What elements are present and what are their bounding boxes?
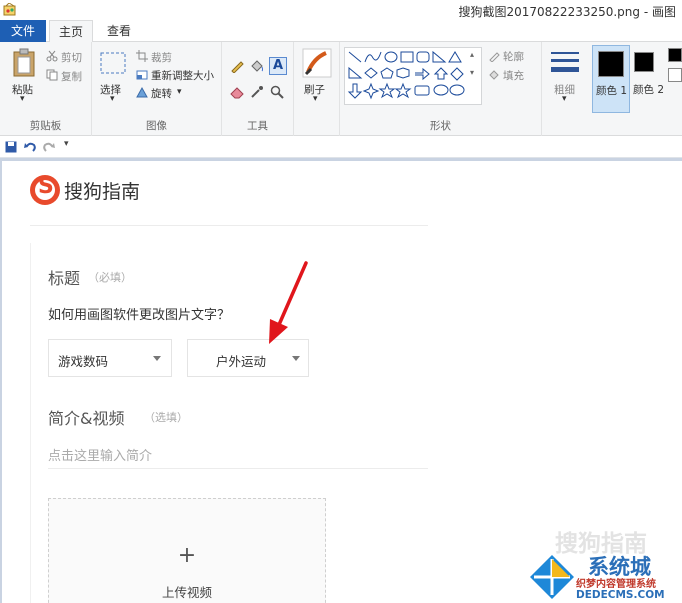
paste-dropdown-icon[interactable]: ▾ [20, 94, 25, 104]
palette-white-swatch[interactable] [668, 68, 682, 82]
text-tool-icon[interactable]: A [269, 57, 287, 75]
line-size-icon[interactable] [550, 50, 580, 78]
copy-icon [46, 69, 58, 81]
tools-group: A 工具 [222, 42, 294, 136]
clipboard-group: 粘贴 ▾ 剪切 复制 剪贴板 [0, 42, 92, 136]
palette-black-swatch[interactable] [668, 48, 682, 62]
tab-view[interactable]: 查看 [97, 20, 141, 43]
size-group: 粗细 ▾ [542, 42, 590, 136]
paint-app-icon[interactable] [3, 3, 17, 16]
rotate-icon [136, 86, 148, 98]
upload-video-label: 上传视频 [161, 585, 212, 600]
plus-icon: + [177, 543, 197, 568]
color-picker-icon[interactable] [250, 85, 264, 99]
tab-file[interactable]: 文件 [0, 20, 46, 42]
question-text[interactable]: 如何用画图软件更改图片文字？ [48, 304, 230, 323]
sogou-logo-letter-icon: S [38, 174, 54, 199]
cut-button[interactable]: 剪切 [61, 50, 82, 65]
header-divider [30, 225, 428, 226]
category-select-1-value: 游戏数码 [58, 354, 109, 369]
magnifier-icon[interactable] [270, 85, 284, 99]
title-label: 标题 [48, 269, 81, 288]
pencil-icon[interactable] [230, 59, 244, 73]
fill-button[interactable]: 填充 [503, 68, 524, 83]
size-dropdown-icon[interactable]: ▾ [562, 94, 567, 104]
title-bar: 搜狗截图20170822233250.png - 画图 [0, 0, 682, 20]
title-required-hint: （必填） [88, 271, 132, 284]
rotate-button[interactable]: 旋转 [151, 86, 172, 101]
outline-button[interactable]: 轮廓 [503, 49, 524, 64]
redo-icon[interactable] [43, 141, 55, 153]
ribbon: 粘贴 ▾ 剪切 复制 剪贴板 选择 ▾ 裁剪 重新调整大小 旋转 ▾ 图像 A … [0, 42, 682, 136]
intro-underline [48, 468, 428, 469]
shapes-gallery[interactable] [344, 47, 482, 105]
red-arrow-annotation [269, 261, 308, 344]
color1-swatch [598, 51, 624, 77]
tools-group-label: 工具 [247, 120, 268, 132]
intro-input[interactable]: 点击这里输入简介 [48, 445, 152, 464]
crop-icon [136, 50, 148, 62]
shapes-group-label: 形状 [430, 120, 451, 132]
brush-group: 刷子 ▾ [294, 42, 340, 136]
tab-home[interactable]: 主页 [49, 20, 93, 43]
qat-customize-icon[interactable]: ▾ [64, 139, 69, 149]
brush-icon[interactable] [302, 48, 332, 78]
intro-optional-hint: （选填） [144, 411, 188, 424]
resize-icon [136, 70, 148, 80]
site-cn-text: 织梦内容管理系统 [576, 579, 656, 590]
brush-dropdown-icon[interactable]: ▾ [313, 94, 318, 104]
eraser-icon[interactable] [230, 85, 244, 99]
ribbon-tabs: 文件 主页 查看 [0, 20, 682, 43]
window-title: 搜狗截图20170822233250.png - 画图 [458, 5, 676, 19]
color2-label[interactable]: 颜色 2 [633, 82, 664, 97]
shapes-scroll-down-icon[interactable]: ▾ [470, 68, 474, 77]
fill-icon [489, 70, 499, 80]
chevron-down-icon [292, 356, 300, 361]
category-select-1[interactable]: 游戏数码 [48, 339, 172, 377]
fill-bucket-icon[interactable] [250, 59, 264, 73]
chevron-down-icon [153, 356, 161, 361]
logo-text: 搜狗指南 [64, 181, 141, 203]
select-icon[interactable] [100, 52, 126, 74]
scissors-icon [46, 50, 58, 62]
quick-access-toolbar: ▾ [0, 136, 682, 158]
clipboard-group-label: 剪贴板 [29, 120, 62, 132]
windows-logo-icon [530, 555, 574, 599]
outline-icon [489, 52, 500, 62]
category-select-2-value: 户外运动 [216, 354, 267, 369]
shapes-scroll-up-icon[interactable]: ▴ [470, 50, 474, 59]
workspace: S 搜狗指南 标题 （必填） 如何用画图软件更改图片文字？ 游戏数码 户外运动 … [0, 158, 682, 603]
undo-icon[interactable] [24, 141, 36, 153]
site-watermark-badge: 系统城 织梦内容管理系统 DEDECMS.COM [528, 551, 682, 603]
form-left-rule [30, 243, 31, 603]
paste-icon[interactable] [12, 48, 36, 78]
color1-label: 颜色 1 [596, 85, 628, 97]
crop-button[interactable]: 裁剪 [151, 50, 172, 65]
video-upload-box[interactable]: + 上传视频 [48, 498, 326, 603]
image-group-label: 图像 [146, 120, 167, 132]
rotate-dropdown-icon[interactable]: ▾ [177, 87, 182, 97]
color2-swatch[interactable] [634, 52, 654, 72]
shapes-icon [347, 50, 465, 100]
color1-selector[interactable]: 颜色 1 [592, 45, 630, 113]
save-icon[interactable] [5, 141, 17, 153]
copy-button[interactable]: 复制 [61, 69, 82, 84]
select-dropdown-icon[interactable]: ▾ [110, 94, 115, 104]
site-url: DEDECMS.COM [576, 589, 665, 601]
intro-label: 简介&视频 [48, 409, 125, 428]
image-canvas[interactable]: S 搜狗指南 标题 （必填） 如何用画图软件更改图片文字？ 游戏数码 户外运动 … [2, 161, 682, 603]
image-group: 选择 ▾ 裁剪 重新调整大小 旋转 ▾ 图像 [92, 42, 222, 136]
resize-button[interactable]: 重新调整大小 [151, 68, 214, 83]
shapes-group: ▴ ▾ 轮廓 填充 形状 [340, 42, 542, 136]
